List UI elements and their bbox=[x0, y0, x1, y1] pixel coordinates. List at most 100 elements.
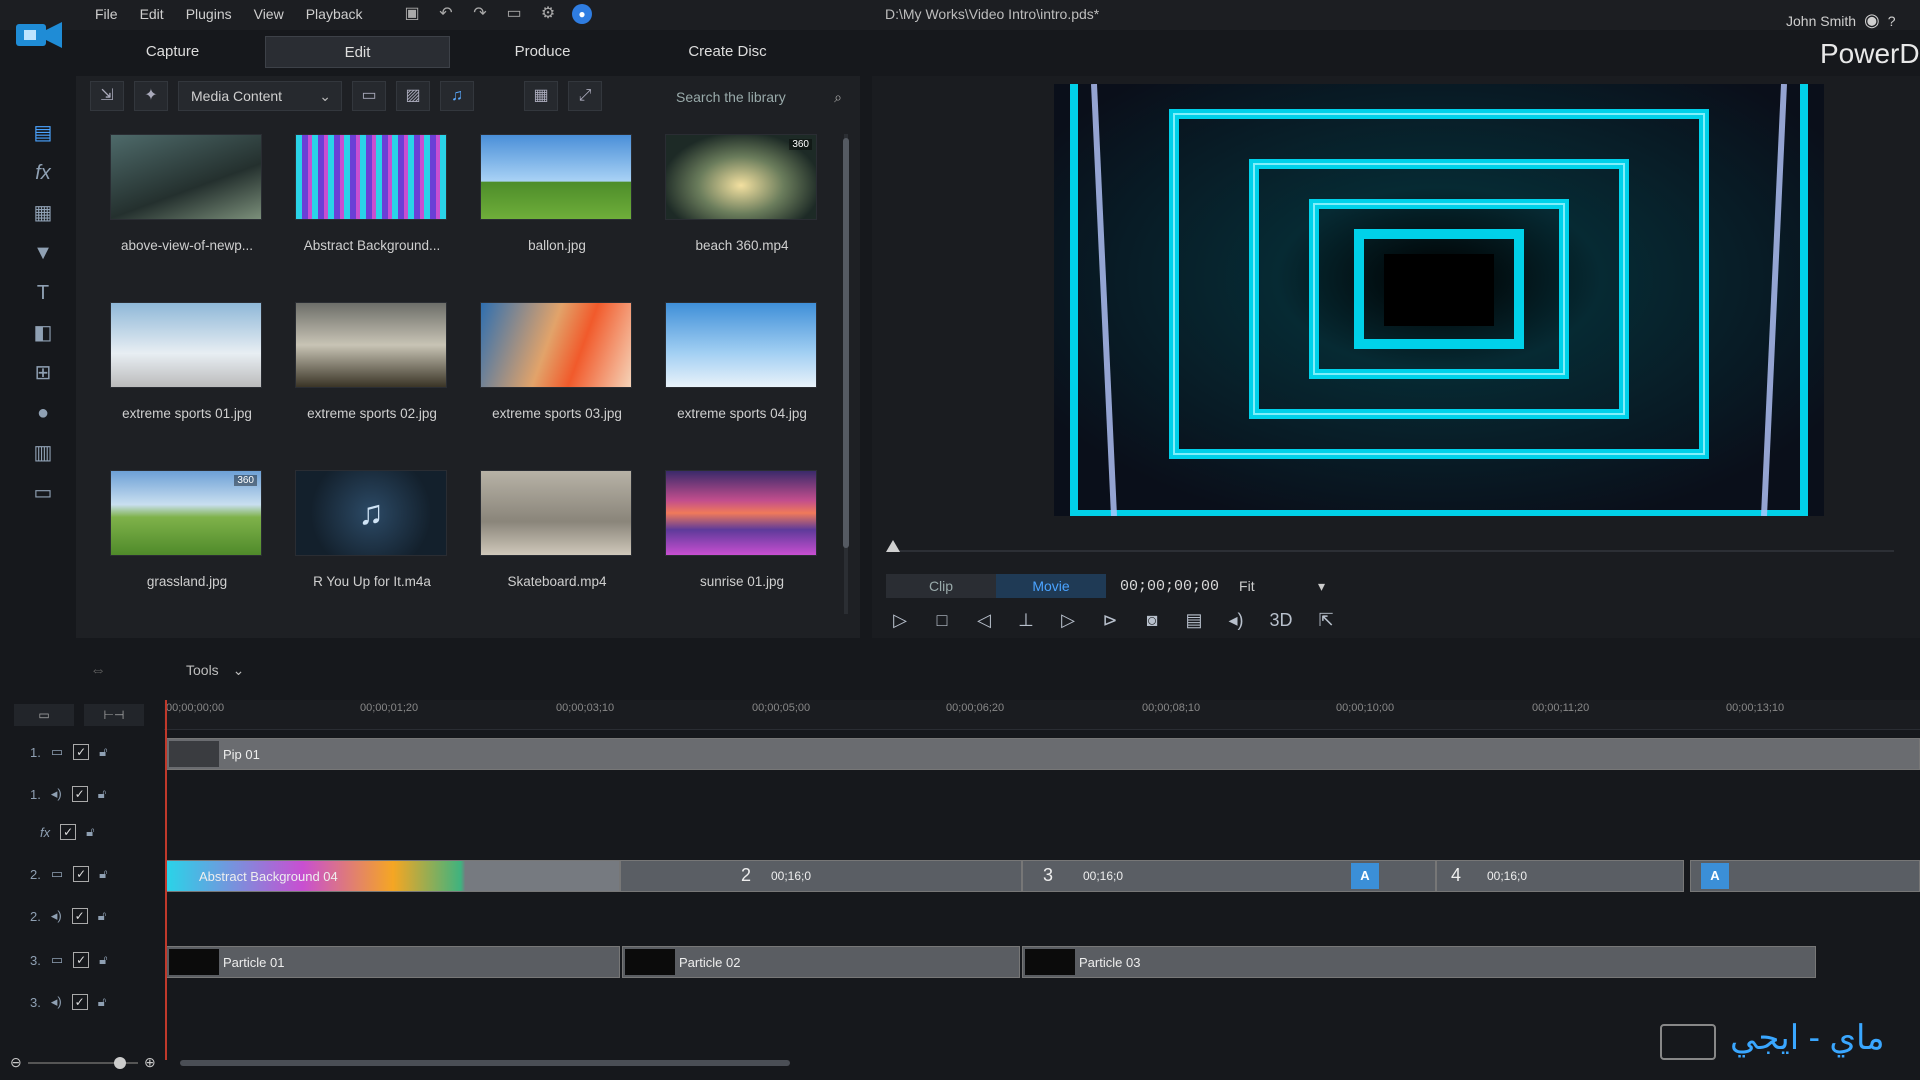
filter-image-icon[interactable]: ▨ bbox=[396, 81, 430, 111]
timeline-playhead[interactable] bbox=[165, 700, 167, 1060]
voiceover-icon[interactable]: ● bbox=[28, 398, 58, 428]
preview-scrubber[interactable] bbox=[894, 550, 1894, 552]
zoom-knob[interactable] bbox=[114, 1057, 126, 1069]
user-account[interactable]: John Smith ◉ ? bbox=[1786, 10, 1896, 31]
zoom-in-icon[interactable]: ⊕ bbox=[144, 1054, 156, 1071]
library-item[interactable]: 360 beach 360.mp4 bbox=[665, 134, 819, 253]
particle-clip[interactable]: Particle 01 bbox=[166, 946, 620, 978]
transition-room-icon[interactable]: ◧ bbox=[28, 318, 58, 348]
3d-toggle[interactable]: 3D bbox=[1264, 606, 1298, 634]
lock-icon[interactable]: 🔓︎ bbox=[99, 952, 107, 968]
user-avatar-icon[interactable]: ◉ bbox=[1864, 10, 1880, 31]
lock-icon[interactable]: 🔓︎ bbox=[86, 824, 94, 840]
track-enable-checkbox[interactable]: ✓ bbox=[73, 866, 90, 882]
chapter-room-icon[interactable]: ▥ bbox=[28, 438, 58, 468]
menu-file[interactable]: File bbox=[84, 6, 129, 22]
undock-preview-icon[interactable]: ⇱ bbox=[1312, 606, 1340, 634]
media-content-select[interactable]: Media Content ⌄ bbox=[178, 81, 342, 111]
track-enable-checkbox[interactable]: ✓ bbox=[71, 994, 88, 1010]
storyboard-view-icon[interactable]: ▭ bbox=[14, 704, 74, 726]
timeline-scrollbar[interactable] bbox=[180, 1058, 1920, 1068]
lock-icon[interactable]: 🔓︎ bbox=[98, 994, 106, 1010]
fast-forward-icon[interactable]: ⊳ bbox=[1096, 606, 1124, 634]
menu-plugins[interactable]: Plugins bbox=[175, 6, 243, 22]
particle-clip[interactable]: Particle 02 bbox=[622, 946, 1020, 978]
library-item[interactable]: Abstract Background... bbox=[295, 134, 449, 253]
track-enable-checkbox[interactable]: ✓ bbox=[73, 952, 90, 968]
scrollbar-thumb[interactable] bbox=[180, 1060, 790, 1066]
library-item[interactable]: above-view-of-newp... bbox=[110, 134, 264, 253]
library-item[interactable]: ballon.jpg bbox=[480, 134, 634, 253]
track-enable-checkbox[interactable]: ✓ bbox=[71, 908, 88, 924]
clip-mode-button[interactable]: Clip bbox=[886, 574, 996, 598]
tab-create-disc[interactable]: Create Disc bbox=[635, 36, 820, 68]
snapshot-icon[interactable]: ◙ bbox=[1138, 606, 1166, 634]
help-icon[interactable]: ? bbox=[1888, 13, 1896, 29]
play-icon[interactable]: ▷ bbox=[886, 606, 914, 634]
tab-capture[interactable]: Capture bbox=[80, 36, 265, 68]
track-enable-checkbox[interactable]: ✓ bbox=[71, 786, 88, 802]
title-clip-3[interactable]: 3 00;16;0 A bbox=[1022, 860, 1436, 892]
abstract-background-clip[interactable]: Abstract Background 04 bbox=[166, 860, 620, 892]
library-item[interactable]: extreme sports 02.jpg bbox=[295, 302, 449, 421]
scrubber-handle[interactable] bbox=[886, 540, 900, 552]
title-clip-5[interactable]: A bbox=[1690, 860, 1920, 892]
particle-clip[interactable]: Particle 03 bbox=[1022, 946, 1816, 978]
undo-icon[interactable]: ↶ bbox=[436, 4, 456, 24]
fit-select[interactable]: Fit ▾ bbox=[1235, 574, 1325, 598]
filter-video-icon[interactable]: ▭ bbox=[352, 81, 386, 111]
grid-view-icon[interactable]: ▦ bbox=[524, 81, 558, 111]
title-clip-2[interactable]: 2 00;16;0 bbox=[620, 860, 1022, 892]
timeline-ruler[interactable]: 00;00;00;00 00;00;01;20 00;00;03;10 00;0… bbox=[164, 700, 1920, 730]
menu-edit[interactable]: Edit bbox=[129, 6, 175, 22]
library-search-input[interactable]: Search the library ⌕ bbox=[668, 82, 848, 112]
library-item[interactable]: extreme sports 03.jpg bbox=[480, 302, 634, 421]
pip-room-icon[interactable]: ▦ bbox=[28, 198, 58, 228]
previous-frame-icon[interactable]: ◁ bbox=[970, 606, 998, 634]
search-icon[interactable]: ⌕ bbox=[834, 82, 842, 112]
expand-icon[interactable]: ⤢ bbox=[568, 81, 602, 111]
tab-edit[interactable]: Edit bbox=[265, 36, 450, 68]
display-settings-icon[interactable]: ▤ bbox=[1180, 606, 1208, 634]
timeline-view-icon[interactable]: ⊢⊣ bbox=[84, 704, 144, 726]
lock-icon[interactable]: 🔓︎ bbox=[99, 866, 107, 882]
title-room-icon[interactable]: T bbox=[28, 278, 58, 308]
upgrade-icon[interactable]: ● bbox=[572, 4, 592, 24]
split-icon[interactable]: ⊥ bbox=[1012, 606, 1040, 634]
stop-icon[interactable]: □ bbox=[928, 606, 956, 634]
media-room-icon[interactable]: ▤ bbox=[28, 118, 58, 148]
library-item[interactable]: sunrise 01.jpg bbox=[665, 470, 819, 589]
menu-view[interactable]: View bbox=[243, 6, 295, 22]
scrollbar-thumb[interactable] bbox=[843, 138, 849, 548]
menu-playback[interactable]: Playback bbox=[295, 6, 374, 22]
lock-icon[interactable]: 🔓︎ bbox=[99, 744, 107, 760]
title-clip-4[interactable]: 4 00;16;0 bbox=[1436, 860, 1684, 892]
library-item[interactable]: Skateboard.mp4 bbox=[480, 470, 634, 589]
tab-produce[interactable]: Produce bbox=[450, 36, 635, 68]
library-item[interactable]: 360 grassland.jpg bbox=[110, 470, 264, 589]
library-item[interactable]: extreme sports 01.jpg bbox=[110, 302, 264, 421]
subtitle-room-icon[interactable]: ▭ bbox=[28, 478, 58, 508]
aspect-ratio-icon[interactable]: ▭ bbox=[504, 4, 524, 24]
tools-menu[interactable]: Tools ⌄ bbox=[186, 662, 244, 679]
particle-room-icon[interactable]: ▼ bbox=[28, 238, 58, 268]
plugins-icon[interactable]: ✦ bbox=[134, 81, 168, 111]
audio-mixing-icon[interactable]: ⊞ bbox=[28, 358, 58, 388]
filter-audio-icon[interactable]: ♫ bbox=[440, 81, 474, 111]
zoom-out-icon[interactable]: ⊖ bbox=[10, 1054, 22, 1071]
library-scrollbar[interactable] bbox=[842, 124, 850, 636]
pip-clip[interactable]: Pip 01 bbox=[166, 738, 1920, 770]
timecode-display[interactable]: 00;00;00;00 bbox=[1120, 578, 1219, 595]
redo-icon[interactable]: ↷ bbox=[470, 4, 490, 24]
import-media-icon[interactable]: ⇲ bbox=[90, 81, 124, 111]
movie-mode-button[interactable]: Movie bbox=[996, 574, 1106, 598]
settings-gear-icon[interactable]: ⚙ bbox=[538, 4, 558, 24]
track-enable-checkbox[interactable]: ✓ bbox=[60, 824, 77, 840]
save-icon[interactable]: ▣ bbox=[402, 4, 422, 24]
lock-icon[interactable]: 🔓︎ bbox=[98, 786, 106, 802]
library-item[interactable]: extreme sports 04.jpg bbox=[665, 302, 819, 421]
timeline-zoom-slider[interactable]: ⊖ ⊕ bbox=[10, 1054, 160, 1071]
effects-room-icon[interactable]: fx bbox=[28, 158, 58, 188]
volume-icon[interactable]: ◂) bbox=[1222, 606, 1250, 634]
lock-icon[interactable]: 🔓︎ bbox=[98, 908, 106, 924]
